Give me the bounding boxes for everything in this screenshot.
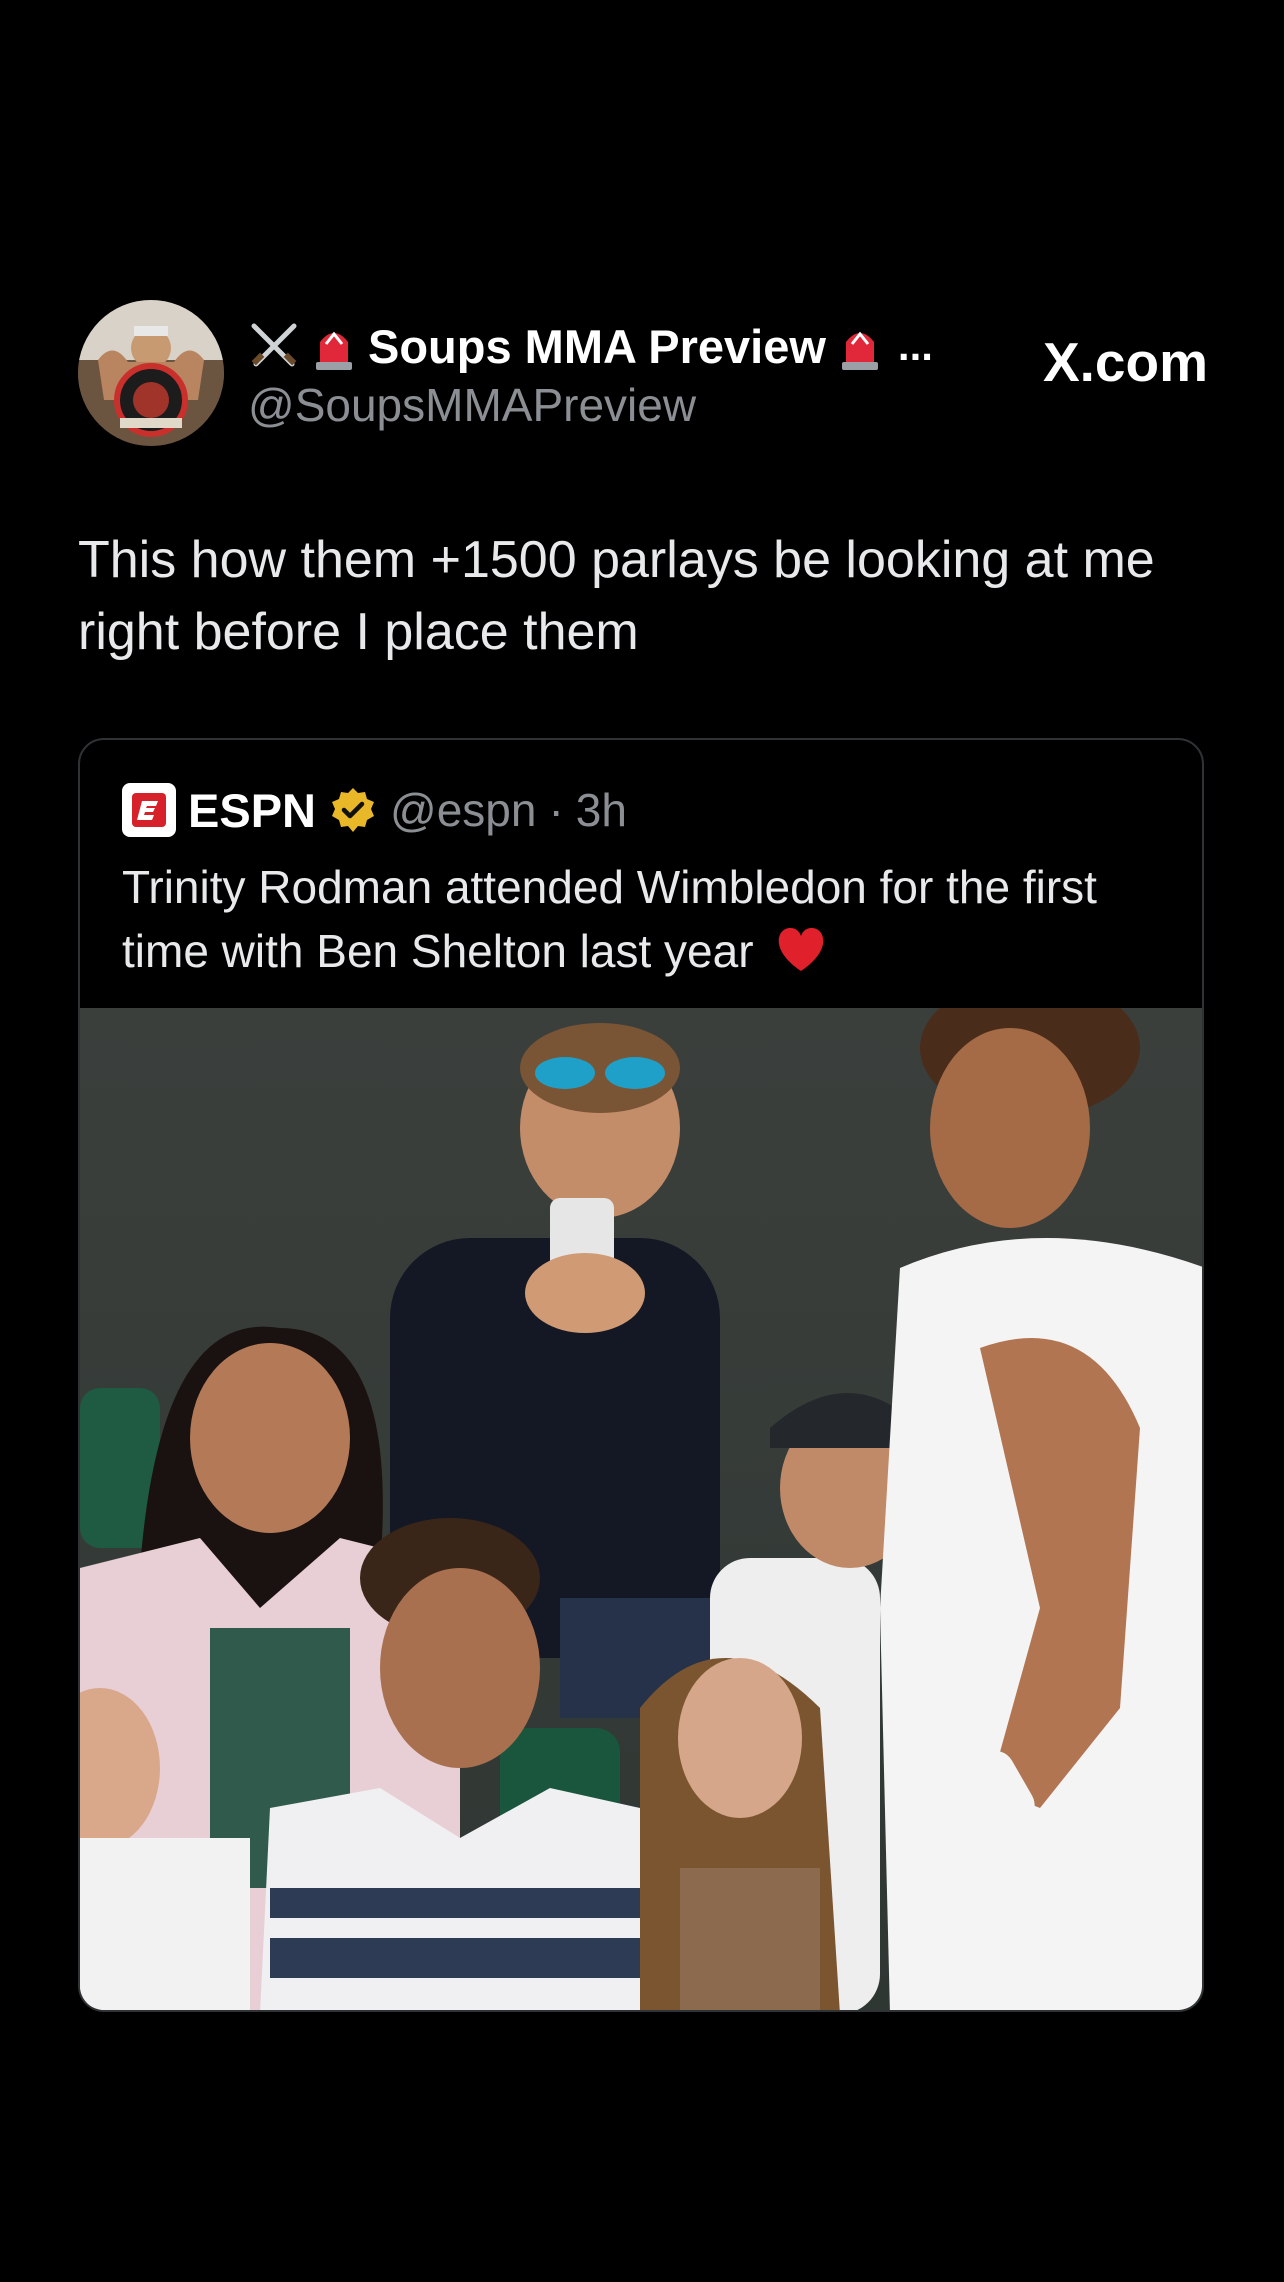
author-avatar[interactable]: [78, 300, 224, 446]
post-header: Soups MMA Preview ... @SoupsMMAPreview X…: [78, 300, 1208, 450]
quoted-author-handle: @espn: [390, 784, 537, 836]
quoted-post-media[interactable]: [80, 1008, 1202, 2010]
quoted-author-name: ESPN: [188, 783, 316, 837]
quoted-post-text-content: Trinity Rodman attended Wimbledon for th…: [122, 861, 1097, 977]
author-handle[interactable]: @SoupsMMAPreview: [248, 378, 696, 432]
meta-separator: ·: [548, 784, 564, 836]
verified-badge-icon: [332, 788, 374, 832]
siren-icon: [841, 331, 878, 370]
quoted-post-text: Trinity Rodman attended Wimbledon for th…: [122, 855, 1162, 983]
author-name-row[interactable]: Soups MMA Preview ...: [248, 318, 933, 374]
quoted-post-header: ESPN @espn · 3h: [122, 782, 627, 838]
crossed-swords-icon: [251, 323, 297, 367]
post-text: This how them +1500 parlays be looking a…: [78, 531, 1155, 661]
heart-icon: [779, 927, 824, 971]
author-display-name: Soups MMA Preview: [368, 319, 826, 373]
post-timestamp: 3h: [575, 784, 627, 836]
espn-logo-icon: [122, 783, 176, 837]
quoted-post-card[interactable]: ESPN @espn · 3h Trinity Rodman attended …: [78, 738, 1204, 2012]
siren-icon: [316, 331, 352, 370]
watermark-text: X.com: [1042, 331, 1208, 393]
name-truncation: ...: [897, 322, 933, 369]
watermark: X.com: [1043, 330, 1208, 394]
